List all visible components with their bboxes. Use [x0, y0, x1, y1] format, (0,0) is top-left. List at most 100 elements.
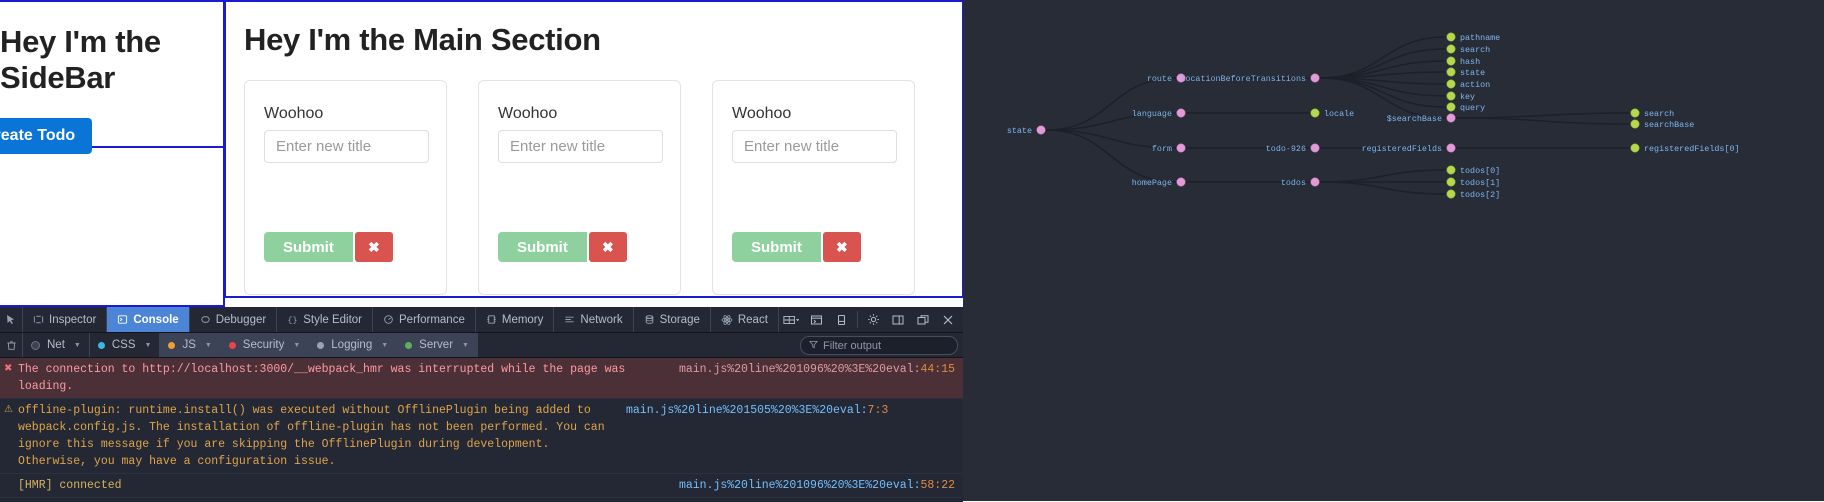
- console-message-log[interactable]: [HMR] connected main.js%20line%201096%20…: [0, 474, 963, 498]
- graph-node-searchBase[interactable]: [1630, 119, 1640, 129]
- sidebar-lower-panel: [0, 148, 225, 307]
- filter-dot-net: [31, 340, 40, 350]
- graph-node-search2[interactable]: [1630, 108, 1640, 118]
- tab-storage[interactable]: Storage: [634, 307, 711, 332]
- graph-node-pathname[interactable]: [1446, 32, 1456, 42]
- graph-node-query[interactable]: [1446, 102, 1456, 112]
- memory-icon: [486, 314, 497, 325]
- main-title: Hey I'm the Main Section: [244, 22, 601, 57]
- tab-style-editor[interactable]: {} Style Editor: [277, 307, 374, 332]
- graph-node-label: route: [1147, 74, 1172, 84]
- graph-edge: [1319, 169, 1447, 183]
- filter-output-input[interactable]: Filter output: [800, 336, 958, 355]
- graph-node-hash[interactable]: [1446, 56, 1456, 66]
- filter-security[interactable]: Security ▼: [220, 333, 310, 357]
- graph-node-todos[interactable]: [1310, 177, 1320, 187]
- delete-button[interactable]: ✖: [588, 232, 627, 262]
- console-output[interactable]: ✖ The connection to http://localhost:300…: [0, 358, 963, 502]
- graph-node-registeredFields[interactable]: [1446, 143, 1456, 153]
- tab-memory[interactable]: Memory: [476, 307, 555, 332]
- chevron-down-icon[interactable]: ▼: [381, 342, 388, 349]
- console-message-source[interactable]: main.js%20line%201096%20%3E%20eval:58:22: [679, 477, 955, 494]
- todo-title-input[interactable]: [732, 130, 897, 163]
- graph-node-label: language: [1132, 109, 1172, 119]
- graph-edge: [1319, 48, 1447, 79]
- submit-button[interactable]: Submit: [732, 232, 821, 262]
- debugger-icon: [200, 314, 211, 325]
- delete-button[interactable]: ✖: [822, 232, 861, 262]
- dock-side-icon[interactable]: [886, 307, 911, 332]
- graph-node-state[interactable]: [1036, 125, 1046, 135]
- device-icon[interactable]: [829, 307, 854, 332]
- sidebar-title: Hey I'm the SideBar: [0, 24, 161, 95]
- filter-label: Security: [242, 339, 285, 351]
- warning-icon: ⚠: [4, 405, 13, 416]
- filter-net[interactable]: Net ▼: [23, 333, 90, 357]
- devtools-panel: Inspector Console Debugger {} Style Edit…: [0, 307, 963, 502]
- tab-console[interactable]: Console: [107, 307, 190, 332]
- graph-node-label: form: [1152, 144, 1172, 154]
- graph-edge: [1319, 181, 1447, 195]
- graph-node-label: search: [1644, 109, 1674, 119]
- performance-icon: [383, 314, 394, 325]
- graph-node-key[interactable]: [1446, 91, 1456, 101]
- graph-node-language[interactable]: [1176, 108, 1186, 118]
- graph-node-locationBeforeTransitions[interactable]: [1310, 73, 1320, 83]
- chevron-down-icon[interactable]: ▼: [462, 342, 469, 349]
- tab-debugger[interactable]: Debugger: [190, 307, 278, 332]
- chevron-down-icon[interactable]: ▼: [145, 342, 152, 349]
- todo-title-input[interactable]: [264, 130, 429, 163]
- tab-label: Style Editor: [303, 313, 363, 326]
- submit-button[interactable]: Submit: [264, 232, 353, 262]
- filter-logging[interactable]: Logging ▼: [309, 333, 398, 357]
- settings-gear-icon[interactable]: [861, 307, 886, 332]
- toolbar-divider: [856, 311, 858, 328]
- console-message-warning[interactable]: ⚠ offline-plugin: runtime.install() was …: [0, 399, 963, 474]
- tab-inspector[interactable]: Inspector: [23, 307, 108, 332]
- close-icon[interactable]: [936, 307, 961, 332]
- graph-node-todos1[interactable]: [1446, 177, 1456, 187]
- dock-bottom-icon[interactable]: [911, 307, 936, 332]
- console-message-text: offline-plugin: runtime.install() was ex…: [18, 404, 605, 468]
- filter-css[interactable]: CSS ▼: [90, 333, 161, 357]
- tab-performance[interactable]: Performance: [373, 307, 476, 332]
- delete-button[interactable]: ✖: [354, 232, 393, 262]
- graph-node-locale[interactable]: [1310, 108, 1320, 118]
- console-message-log[interactable]: thing: 926 1.chunk.js%20line%2097%20%3E%…: [0, 498, 963, 502]
- state-graph-panel[interactable]: state route language form homePage locationBe…: [963, 0, 1824, 501]
- graph-node-action[interactable]: [1446, 79, 1456, 89]
- todo-card-label: Woohoo: [264, 105, 324, 122]
- filter-js[interactable]: JS ▼: [160, 333, 221, 357]
- inspector-icon: [33, 314, 44, 325]
- chevron-down-icon[interactable]: ▼: [205, 342, 212, 349]
- graph-node-todo-926[interactable]: [1310, 143, 1320, 153]
- graph-node-homePage[interactable]: [1176, 177, 1186, 187]
- graph-node-label: todo-926: [1266, 144, 1306, 154]
- console-message-source[interactable]: main.js%20line%201505%20%3E%20eval:7:3: [626, 402, 888, 419]
- graph-node-label: search: [1460, 45, 1490, 55]
- graph-node-todos0[interactable]: [1446, 165, 1456, 175]
- responsive-design-mode-icon[interactable]: [779, 307, 804, 332]
- graph-node-state2[interactable]: [1446, 67, 1456, 77]
- console-message-error[interactable]: ✖ The connection to http://localhost:300…: [0, 358, 963, 399]
- graph-node-todos2[interactable]: [1446, 189, 1456, 199]
- graph-node-search[interactable]: [1446, 44, 1456, 54]
- state-graph-svg[interactable]: state route language form homePage locationBe…: [963, 0, 1824, 501]
- todo-card-actions: Submit ✖: [732, 232, 861, 262]
- clear-console-icon[interactable]: [0, 333, 23, 357]
- console-message-source[interactable]: main.js%20line%201096%20%3E%20eval:44:15: [679, 361, 955, 378]
- pick-element-icon[interactable]: [0, 307, 23, 332]
- tab-network[interactable]: Network: [554, 307, 634, 332]
- submit-button[interactable]: Submit: [498, 232, 587, 262]
- split-console-icon[interactable]: [804, 307, 829, 332]
- todo-title-input[interactable]: [498, 130, 663, 163]
- graph-node-$searchBase[interactable]: [1446, 113, 1456, 123]
- screen: Hey I'm the SideBar Create Todo Hey I'm …: [0, 0, 1824, 502]
- tab-react[interactable]: React: [711, 307, 779, 332]
- graph-node-registeredFields0[interactable]: [1630, 143, 1640, 153]
- chevron-down-icon[interactable]: ▼: [74, 342, 81, 349]
- graph-node-form[interactable]: [1176, 143, 1186, 153]
- filter-server[interactable]: Server ▼: [397, 333, 478, 357]
- graph-node-label: pathname: [1460, 33, 1500, 43]
- chevron-down-icon[interactable]: ▼: [293, 342, 300, 349]
